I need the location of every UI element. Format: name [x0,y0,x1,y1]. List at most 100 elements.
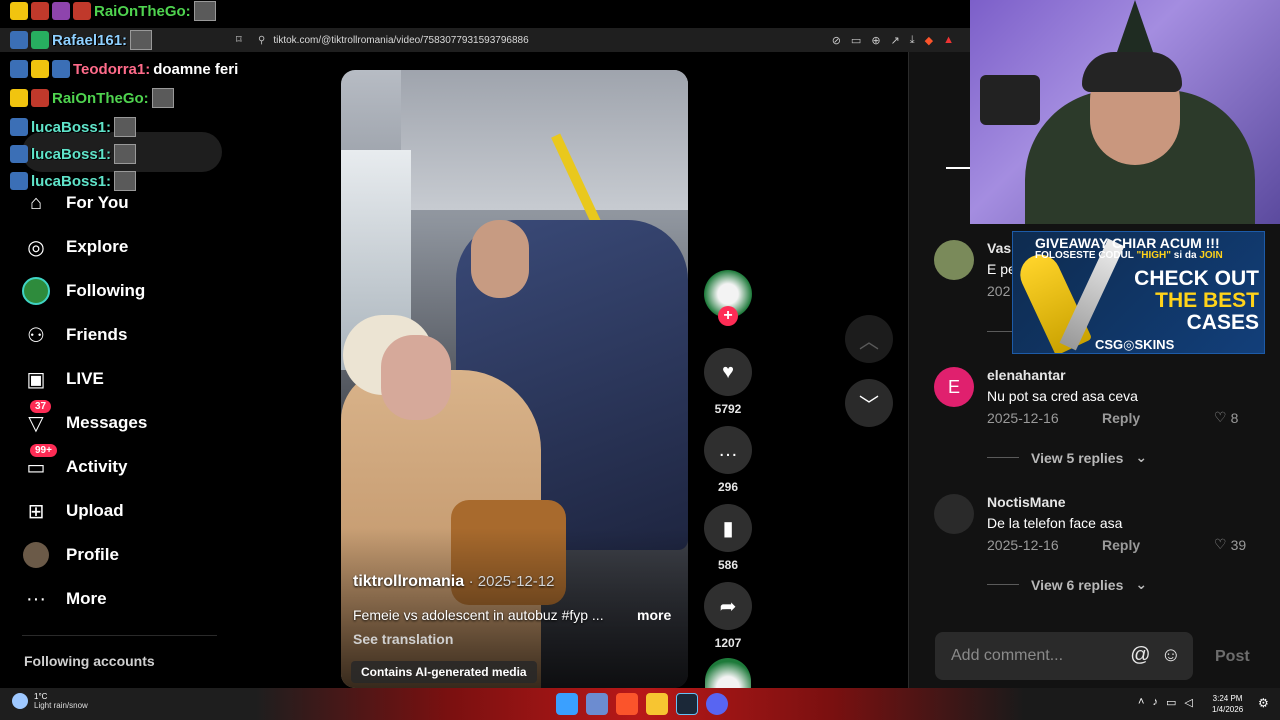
author-name[interactable]: tiktrollromania [353,573,464,590]
nav-activity[interactable]: ▭ 99+ Activity [22,444,127,482]
comment-like-count: 8 [1230,409,1239,426]
microphone [980,75,1040,125]
commenter-avatar[interactable] [934,240,974,280]
comment-item: NoctisMane De la telefon face asa 2025-1… [934,494,1274,604]
nav-label: Explore [66,237,129,256]
heart-icon[interactable]: ♥ [704,348,752,396]
taskbar-clock[interactable]: 3:24 PM 1/4/2026 [1212,693,1243,715]
video-date: · 2025-12-12 [468,573,555,590]
url-text[interactable]: tiktok.com/@tiktrollromania/video/758307… [273,35,528,46]
chat-message: Teodorra1: doamne feri [10,58,238,80]
share-action[interactable]: ➦ 1207 [704,582,752,650]
reply-button[interactable]: Reply [1102,410,1140,426]
browser-actions: ⊘ ▭ ⊕ ↗ ⤓ ◆ ▲ [832,34,954,47]
discord-icon[interactable] [706,693,728,715]
windows-taskbar: 1°C Light rain/snow ˄ ♪ ▭ ◁ 3:24 PM 1/4/… [0,688,1280,720]
more-icon: ··· [26,587,46,610]
streamer-cap [1082,52,1182,92]
brave-browser-icon[interactable] [616,693,638,715]
nav-more[interactable]: ··· More [22,584,107,614]
zoom-icon[interactable]: ⊕ [871,34,880,47]
heart-outline-icon: ♡ [1214,536,1227,552]
comment-count: 296 [717,480,739,494]
start-icon[interactable] [556,693,578,715]
address-bar[interactable]: ⚲ tiktok.com/@tiktrollromania/video/7583… [258,31,958,49]
nav-friends[interactable]: ⚇ Friends [22,320,127,350]
chat-message: Rafael161: [10,29,153,51]
comment-input[interactable]: Add comment... @ ☺ [935,632,1193,680]
next-video-button[interactable]: ﹀ [845,379,893,427]
reply-button[interactable]: Reply [1102,537,1140,553]
bookmark-icon[interactable]: ⌑ [236,33,242,46]
commenter-name[interactable]: NoctisMane [987,494,1066,510]
task-view-icon[interactable] [586,693,608,715]
ad-subline: FOLOSESTE CODUL "HIGH" si da JOIN [1035,250,1223,261]
sub-badge-icon [31,89,49,107]
steam-icon[interactable] [676,693,698,715]
compass-icon: ◎ [27,236,45,259]
cast-icon[interactable]: ▭ [851,34,861,47]
nav-profile[interactable]: Profile [22,540,119,570]
commenter-avatar[interactable]: E [934,367,974,407]
nav-upload[interactable]: ⊞ Upload [22,496,124,526]
settings-icon[interactable]: ⚙ [1258,696,1269,710]
nav-following[interactable]: Following [22,276,145,306]
creator-avatar[interactable]: + [704,270,752,326]
follow-plus-icon[interactable]: + [718,306,738,326]
download-icon[interactable]: ⤓ [910,34,915,47]
ad-cta-line: THE BEST [1155,289,1259,312]
video-player[interactable]: tiktrollromania · 2025-12-12 Femeie vs a… [341,70,688,688]
brave-shield-icon[interactable]: ◆ [925,34,933,47]
video-author[interactable]: tiktrollromania · 2025-12-12 [353,573,555,591]
bookmark-icon[interactable]: ▮ [704,504,752,552]
comment-text: De la telefon face asa [987,515,1123,531]
commenter-avatar[interactable] [934,494,974,534]
view-replies-label: View 5 replies [1031,449,1124,466]
chat-username: RaiOnTheGo: [94,2,191,20]
ad-brand: CSG◎SKINS [1095,337,1175,352]
emote-icon [130,30,153,50]
nav-messages[interactable]: ▽ 37 Messages [22,400,147,438]
nav-explore[interactable]: ◎ Explore [22,232,128,262]
network-icon[interactable]: ▭ [1166,696,1176,709]
view-replies-button[interactable]: View 6 replies ⌄ [987,576,1147,593]
see-translation-link[interactable]: See translation [353,631,453,647]
previous-video-button[interactable]: ︿ [845,315,893,363]
speaker-icon[interactable]: ♪ [1152,696,1158,709]
heart-outline-icon: ♡ [1214,409,1227,425]
chevron-up-icon[interactable]: ˄ [1138,696,1144,709]
save-action[interactable]: ▮ 586 [704,504,752,572]
comment-like-button[interactable]: ♡ 8 [1214,409,1238,426]
emote-icon [114,171,137,191]
commenter-name[interactable]: Vasi [987,240,1015,256]
share-arrow-icon[interactable]: ➦ [704,582,752,630]
sound-disc-icon[interactable] [705,658,751,688]
emoji-icon[interactable]: ☺ [1161,644,1181,667]
nav-live[interactable]: ▣ LIVE [22,364,104,394]
messages-badge: 37 [30,400,52,413]
nav-for-you[interactable]: ⌂ For You [22,188,129,218]
caption-more-link[interactable]: more [637,607,671,623]
rewards-icon[interactable]: ▲ [943,34,954,47]
ad-sub-part: si da [1170,250,1200,261]
clock-time: 3:24 PM [1212,694,1243,703]
emote-icon [114,117,137,137]
post-button[interactable]: Post [1215,648,1250,666]
sidebar-divider [22,635,217,636]
mention-icon[interactable]: @ [1130,644,1150,667]
home-icon: ⌂ [29,191,43,214]
weather-widget[interactable]: 1°C Light rain/snow [12,692,88,710]
site-info-icon[interactable]: ⚲ [258,35,265,46]
volume-icon[interactable]: ◁ [1184,696,1192,709]
like-action[interactable]: ♥ 5792 [704,348,752,416]
nav-label: For You [66,193,129,212]
comment-icon[interactable]: … [704,426,752,474]
no-eye-icon[interactable]: ⊘ [832,34,841,47]
view-replies-button[interactable]: View 5 replies ⌄ [987,449,1147,466]
file-explorer-icon[interactable] [646,693,668,715]
activity-icon: ▭ 99+ [22,444,57,481]
comment-like-button[interactable]: ♡ 39 [1214,536,1246,553]
comment-action[interactable]: … 296 [704,426,752,494]
commenter-name[interactable]: elenahantar [987,367,1066,383]
share-icon[interactable]: ↗ [891,34,900,47]
